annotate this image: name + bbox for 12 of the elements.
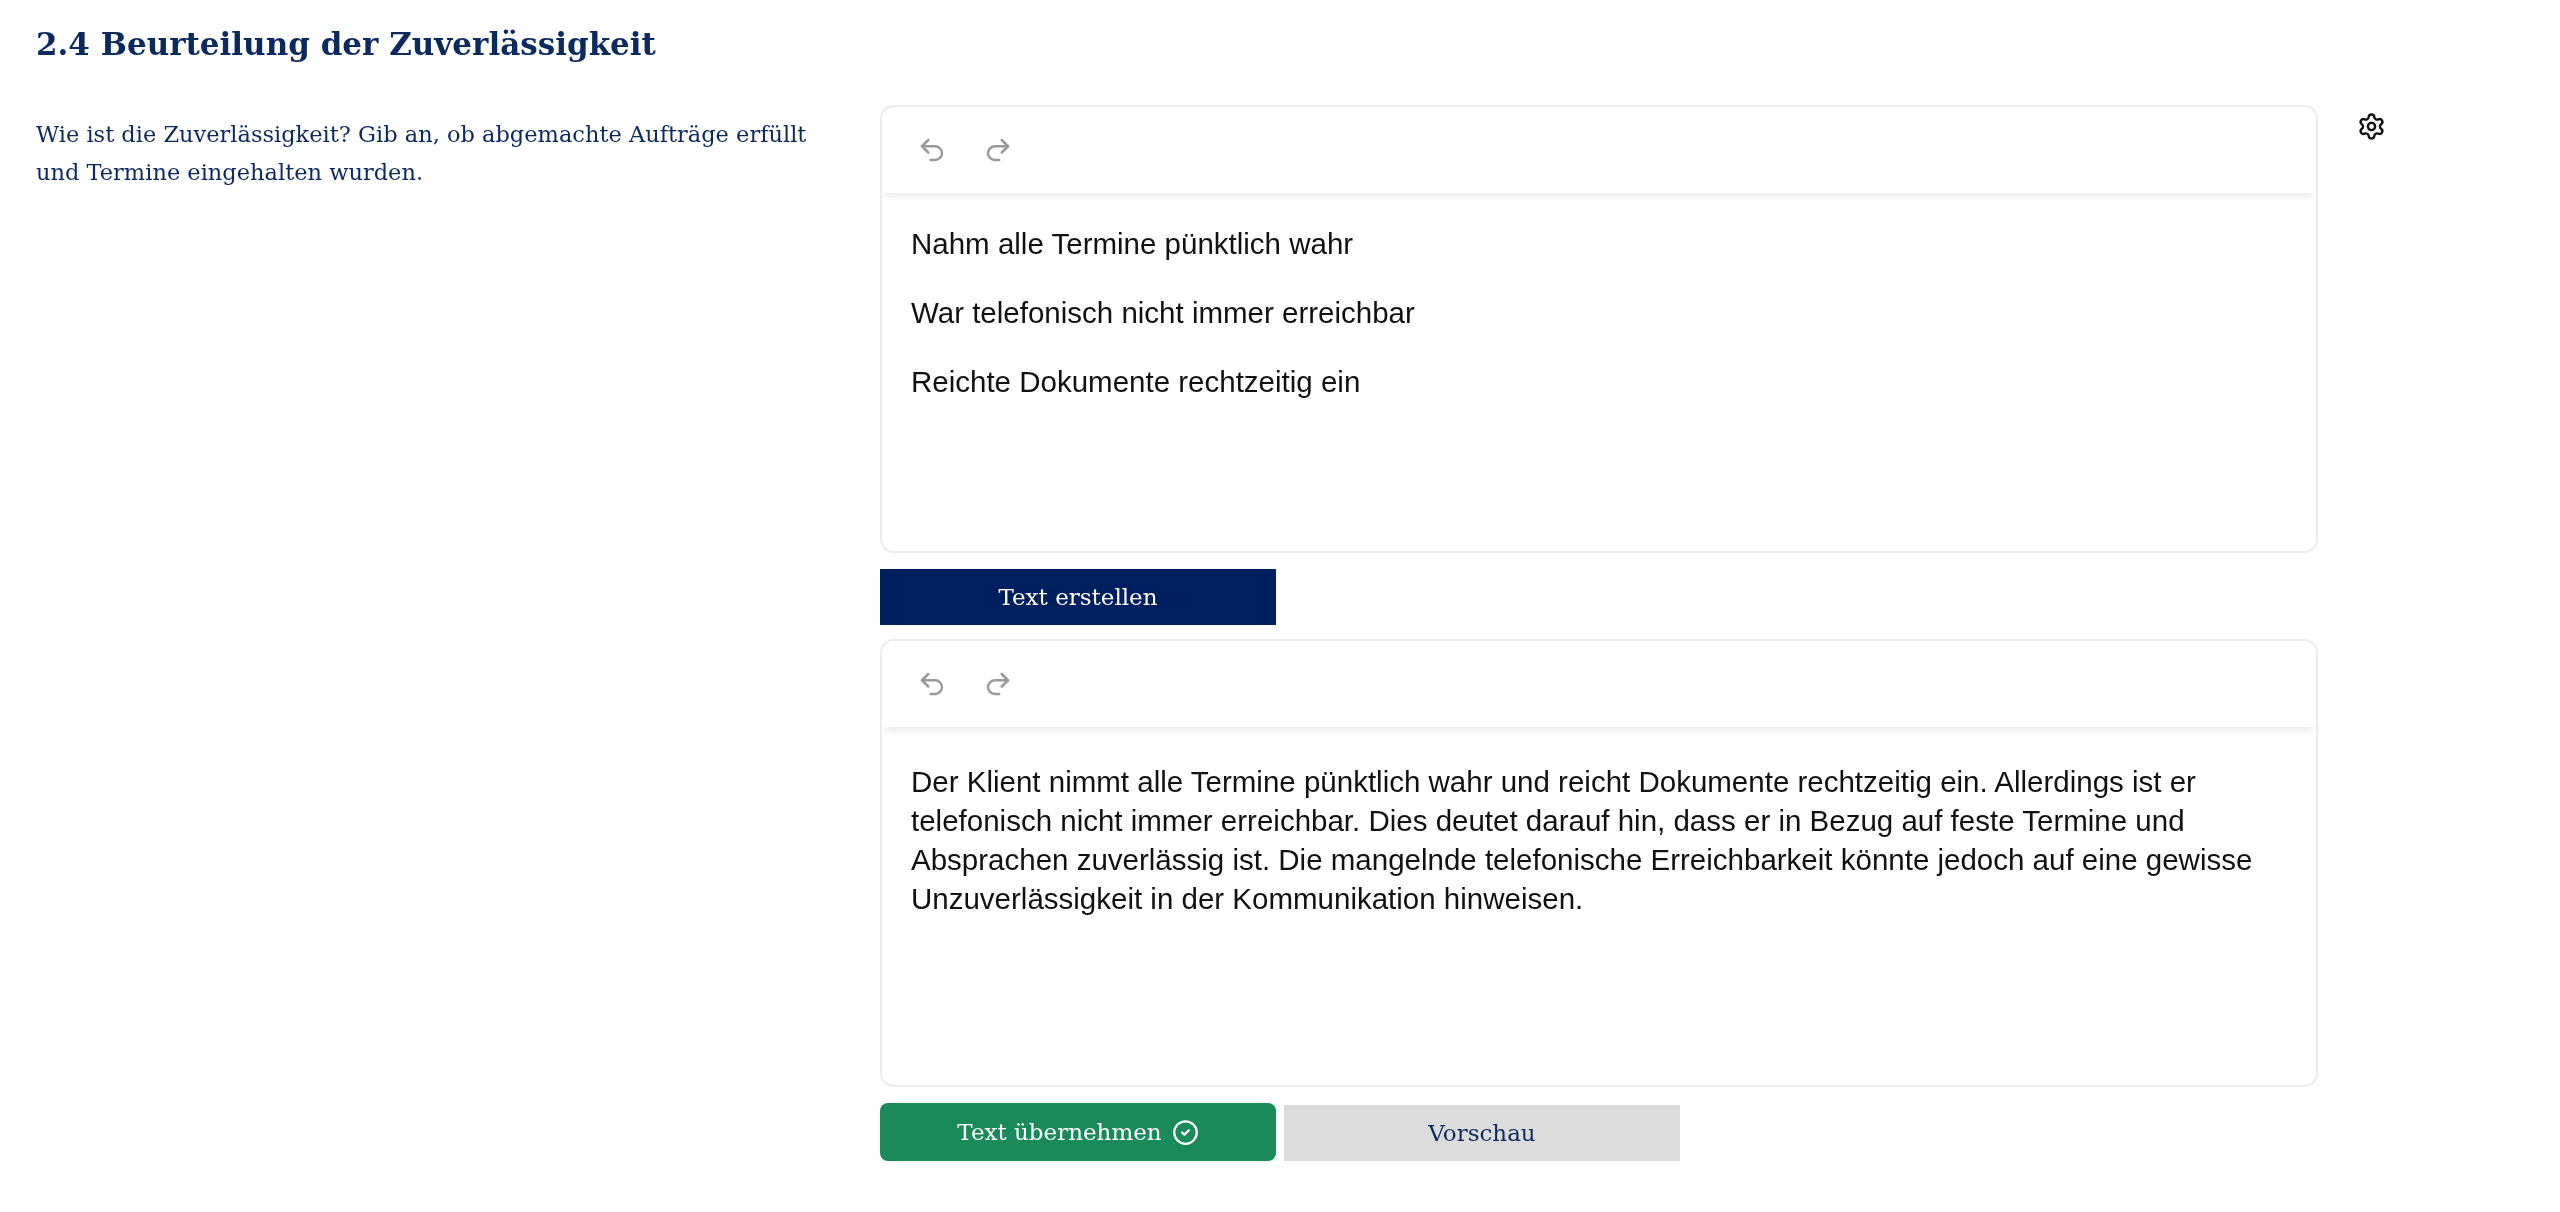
question-text: Wie ist die Zuverlässigkeit? Gib an, ob abgemachte Aufträge erfüllt und Termine eingehalten wurden. bbox=[36, 120, 808, 187]
editor-paragraph: Der Klient nimmt alle Termine pünktlich wahr und reicht Dokumente rechtzeitig ein. Allerdings ist er telefonisch nicht immer erreichbar. Dies deutet darauf hin, dass er in Bezug auf feste Termine und Absprachen zuverlässig ist. Die mangelnde telefonische Erreichbarkeit könnte jedoch auf eine gewisse Unzuverlässigkeit in der Kommunikation hinweisen. bbox=[911, 764, 2254, 917]
settings-icon[interactable] bbox=[2357, 112, 2386, 141]
section-title: 2.4 Beurteilung der Zuverlässigkeit bbox=[36, 25, 656, 64]
preview-button[interactable]: Vorschau bbox=[1284, 1105, 1680, 1161]
editor-paragraph: Nahm alle Termine pünktlich wahr bbox=[911, 226, 1355, 262]
editor-paragraph: War telefonisch nicht immer erreichbar bbox=[911, 295, 1416, 331]
text-editor-field[interactable]: Nahm alle Termine pünktlich wahr War telefonisch nicht immer erreichbar Reichte Dokumente rechtzeitig ein bbox=[882, 193, 2316, 551]
check-circle-icon bbox=[1171, 1118, 1199, 1146]
accept-text-button[interactable]: Text übernehmen bbox=[880, 1103, 1276, 1161]
editor-paragraph: Reichte Dokumente rechtzeitig ein bbox=[911, 364, 1362, 400]
generate-text-button[interactable]: Text erstellen bbox=[880, 569, 1276, 625]
